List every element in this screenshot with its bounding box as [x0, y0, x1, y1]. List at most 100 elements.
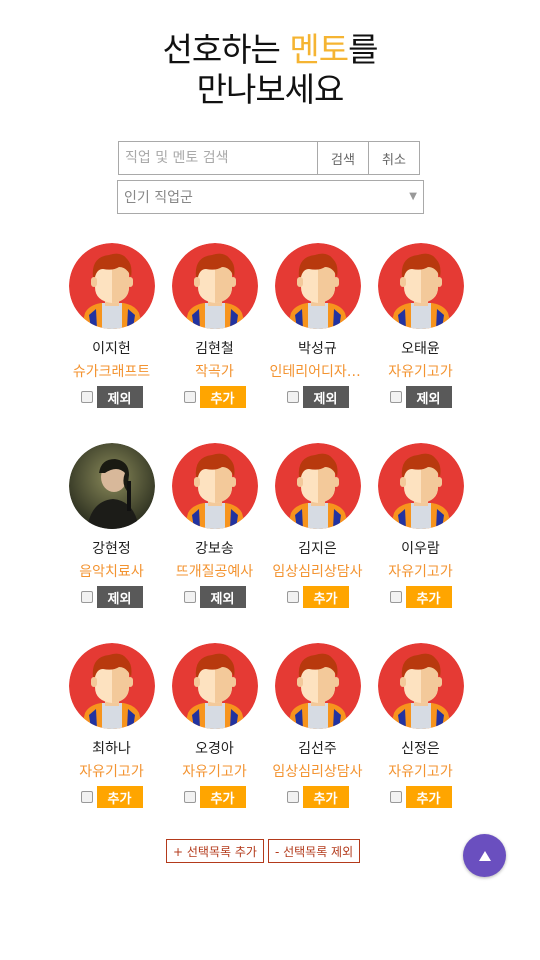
arrow-up-icon	[478, 850, 491, 861]
mentor-job: 임상심리상담사	[272, 764, 363, 780]
job-category-select[interactable]: 인기 직업군 ▼	[117, 180, 424, 214]
mentor-name: 강현정	[92, 541, 131, 557]
bulk-actions: + 선택목록 추가 - 선택목록 제외	[166, 839, 361, 863]
mentor-job: 자유기고가	[388, 764, 453, 780]
mentor-job: 뜨개질공예사	[175, 564, 254, 580]
search-input[interactable]	[118, 141, 318, 175]
mentor-job: 음악치료사	[79, 564, 144, 580]
mentor-card[interactable]: 김지은 임상심리상담사 추가	[266, 443, 369, 643]
search-button[interactable]: 검색	[318, 141, 369, 175]
remove-selected-button[interactable]: - 선택목록 제외	[267, 839, 361, 863]
person-avatar-icon[interactable]	[377, 443, 464, 529]
mentor-photo[interactable]	[68, 443, 155, 529]
mentor-grid: 이지헌 슈가크래프트 제외 김현철 작곡가 추가 박성규 인테리어디자이너 제외…	[60, 243, 480, 843]
select-checkbox[interactable]	[183, 591, 196, 603]
mentor-card[interactable]: 이지헌 슈가크래프트 제외	[60, 243, 163, 443]
mentor-card[interactable]: 강현정 음악치료사 제외	[60, 443, 163, 643]
mentor-card[interactable]: 박성규 인테리어디자이너 제외	[266, 243, 369, 443]
exclude-button[interactable]: 제외	[405, 386, 452, 408]
select-checkbox[interactable]	[183, 391, 196, 403]
person-avatar-icon[interactable]	[68, 243, 155, 329]
title-accent: 멘토	[289, 30, 349, 69]
person-avatar-icon[interactable]	[377, 643, 464, 729]
mentor-card[interactable]: 김선주 임상심리상담사 추가	[266, 643, 369, 843]
mentor-job: 인테리어디자이너	[269, 364, 366, 380]
select-checkbox[interactable]	[389, 791, 402, 803]
select-checkbox[interactable]	[389, 391, 402, 403]
mentor-name: 박성규	[298, 341, 337, 357]
mentor-row: 최하나 자유기고가 추가 오경아 자유기고가 추가 김선주 임상심리상담사 추가…	[60, 643, 480, 843]
title-text: 선호하는	[162, 30, 290, 69]
mentor-card[interactable]: 김현철 작곡가 추가	[163, 243, 266, 443]
title-text-end: 를	[348, 30, 378, 69]
mentor-name: 이지헌	[92, 341, 131, 357]
mentor-row: 이지헌 슈가크래프트 제외 김현철 작곡가 추가 박성규 인테리어디자이너 제외…	[60, 243, 480, 443]
add-button[interactable]: 추가	[199, 386, 246, 408]
page-title-line1: 선호하는 멘토를	[0, 30, 540, 70]
mentor-action-row: 추가	[80, 786, 143, 808]
mentor-name: 강보송	[195, 541, 234, 557]
mentor-action-row: 추가	[183, 386, 246, 408]
select-checkbox[interactable]	[80, 791, 93, 803]
mentor-action-row: 제외	[80, 586, 143, 608]
mentor-name: 김지은	[298, 541, 337, 557]
page-title-line2: 만나보세요	[196, 70, 345, 109]
mentor-job: 슈가크래프트	[72, 364, 151, 380]
mentor-job: 자유기고가	[182, 764, 247, 780]
mentor-job: 작곡가	[195, 364, 234, 380]
mentor-action-row: 제외	[389, 386, 452, 408]
cancel-button[interactable]: 취소	[369, 141, 420, 175]
select-checkbox[interactable]	[389, 591, 402, 603]
mentor-action-row: 추가	[389, 786, 452, 808]
person-avatar-icon[interactable]	[274, 243, 361, 329]
add-button[interactable]: 추가	[302, 586, 349, 608]
add-button[interactable]: 추가	[96, 786, 143, 808]
mentor-card[interactable]: 오태윤 자유기고가 제외	[369, 243, 472, 443]
select-checkbox[interactable]	[80, 591, 93, 603]
mentor-name: 김선주	[298, 741, 337, 757]
add-selected-button[interactable]: + 선택목록 추가	[166, 839, 264, 863]
mentor-action-row: 추가	[389, 586, 452, 608]
dropdown-arrow-icon: ▼	[409, 191, 417, 202]
select-checkbox[interactable]	[286, 391, 299, 403]
person-avatar-icon[interactable]	[171, 243, 258, 329]
mentor-name: 김현철	[195, 341, 234, 357]
mentor-card[interactable]: 신정은 자유기고가 추가	[369, 643, 472, 843]
select-checkbox[interactable]	[286, 591, 299, 603]
person-avatar-icon[interactable]	[274, 643, 361, 729]
exclude-button[interactable]: 제외	[96, 586, 143, 608]
mentor-action-row: 제외	[286, 386, 349, 408]
add-button[interactable]: 추가	[199, 786, 246, 808]
mentor-job: 자유기고가	[79, 764, 144, 780]
add-button[interactable]: 추가	[302, 786, 349, 808]
select-checkbox[interactable]	[286, 791, 299, 803]
page-title: 선호하는 멘토를 만나보세요	[0, 30, 540, 110]
mentor-card[interactable]: 최하나 자유기고가 추가	[60, 643, 163, 843]
job-category-value: 인기 직업군	[124, 190, 193, 206]
person-avatar-icon[interactable]	[171, 443, 258, 529]
add-button[interactable]: 추가	[405, 786, 452, 808]
person-avatar-icon[interactable]	[171, 643, 258, 729]
person-avatar-icon[interactable]	[377, 243, 464, 329]
person-avatar-icon[interactable]	[274, 443, 361, 529]
mentor-name: 오경아	[195, 741, 234, 757]
mentor-name: 이우람	[401, 541, 440, 557]
mentor-action-row: 추가	[286, 586, 349, 608]
select-checkbox[interactable]	[183, 791, 196, 803]
mentor-name: 오태윤	[401, 341, 440, 357]
exclude-button[interactable]: 제외	[96, 386, 143, 408]
select-checkbox[interactable]	[80, 391, 93, 403]
exclude-button[interactable]: 제외	[302, 386, 349, 408]
mentor-card[interactable]: 강보송 뜨개질공예사 제외	[163, 443, 266, 643]
search-bar: 검색 취소	[118, 141, 420, 175]
scroll-top-button[interactable]	[463, 834, 506, 877]
add-button[interactable]: 추가	[405, 586, 452, 608]
mentor-name: 최하나	[92, 741, 131, 757]
mentor-card[interactable]: 이우람 자유기고가 추가	[369, 443, 472, 643]
mentor-card[interactable]: 오경아 자유기고가 추가	[163, 643, 266, 843]
person-avatar-icon[interactable]	[68, 643, 155, 729]
mentor-action-row: 추가	[183, 786, 246, 808]
mentor-job: 임상심리상담사	[272, 564, 363, 580]
exclude-button[interactable]: 제외	[199, 586, 246, 608]
mentor-action-row: 제외	[183, 586, 246, 608]
